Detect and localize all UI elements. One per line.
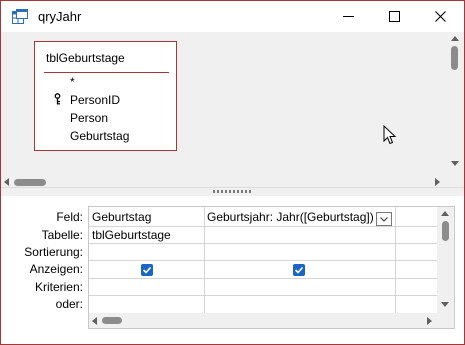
row-label-kriterien: Kriterien: (34, 280, 83, 294)
field-list-title[interactable]: tblGeburtstage (46, 51, 125, 65)
scroll-right-arrow-icon[interactable] (427, 317, 432, 325)
primary-key-icon (54, 93, 61, 105)
scroll-up-arrow-icon[interactable] (441, 211, 449, 216)
grid-vertical-scrollbar[interactable] (437, 207, 454, 313)
row-label-sortierung: Sortierung: (24, 245, 83, 259)
row-divider (89, 226, 437, 227)
row-label-oder: oder: (55, 297, 83, 311)
chevron-down-icon (380, 217, 388, 222)
pane-splitter[interactable] (1, 187, 464, 196)
grid-cell-feld-1[interactable]: Geburtstag (92, 210, 151, 224)
mouse-pointer-icon (383, 125, 397, 145)
row-label-tabelle: Tabelle: (41, 228, 83, 242)
scroll-left-arrow-icon[interactable] (92, 317, 97, 325)
query-design-icon (12, 9, 28, 24)
show-checkbox-1[interactable] (141, 264, 153, 276)
scroll-up-arrow-icon[interactable] (451, 36, 459, 41)
close-icon (434, 11, 446, 22)
table-diagram-pane[interactable]: tblGeburtstage * PersonID Person Geburts… (1, 32, 464, 192)
scrollbar-corner (437, 313, 454, 328)
field-list-tblGeburtstage[interactable]: tblGeburtstage * PersonID Person Geburts… (34, 41, 177, 151)
maximize-button[interactable] (371, 1, 417, 32)
checkmark-icon (294, 266, 304, 274)
scroll-right-arrow-icon[interactable] (435, 178, 440, 186)
grid-vertical-scroll-thumb[interactable] (442, 221, 449, 241)
scroll-down-arrow-icon[interactable] (451, 161, 459, 166)
field-list-item-person[interactable]: Person (70, 111, 108, 125)
grid-cell-feld-2[interactable]: Geburtsjahr: Jahr([Geburtstag]) (207, 210, 374, 224)
upper-vertical-scroll-thumb[interactable] (451, 46, 458, 70)
close-button[interactable] (417, 1, 463, 32)
field-list-item-personid[interactable]: PersonID (70, 93, 120, 107)
show-checkbox-2[interactable] (293, 264, 305, 276)
row-divider (89, 243, 437, 244)
field-list-item-all[interactable]: * (70, 75, 75, 89)
row-label-anzeigen: Anzeigen: (29, 262, 83, 276)
row-divider (89, 295, 437, 296)
scroll-down-arrow-icon[interactable] (441, 302, 449, 307)
scroll-left-arrow-icon[interactable] (4, 178, 9, 186)
row-divider (89, 278, 437, 279)
row-label-feld: Feld: (56, 210, 83, 224)
field-list-item-geburtstag[interactable]: Geburtstag (70, 129, 129, 143)
design-grid-pane: Feld: Tabelle: Sortierung: Anzeigen: Kri… (1, 196, 464, 344)
splitter-grip-icon[interactable] (213, 190, 253, 193)
field-dropdown-button[interactable] (376, 212, 392, 226)
minimize-icon (342, 16, 354, 17)
grid-horizontal-scrollbar[interactable] (89, 313, 437, 328)
field-list-divider (44, 72, 169, 73)
maximize-icon (388, 11, 400, 22)
query-design-grid[interactable]: Geburtstag tblGeburtstage Geburtsjahr: J… (88, 206, 455, 329)
window-title: qryJahr (38, 9, 82, 24)
minimize-button[interactable] (325, 1, 371, 32)
grid-cell-tabelle-1[interactable]: tblGeburtstage (92, 228, 171, 242)
title-bar[interactable]: qryJahr (1, 1, 464, 32)
row-divider (89, 260, 437, 261)
grid-horizontal-scroll-thumb[interactable] (102, 317, 122, 324)
checkmark-icon (142, 266, 152, 274)
query-design-window: qryJahr tblGeburtstage * PersonID Person… (0, 0, 465, 345)
upper-horizontal-scroll-thumb[interactable] (14, 179, 46, 186)
upper-vertical-scrollbar[interactable] (446, 32, 464, 173)
